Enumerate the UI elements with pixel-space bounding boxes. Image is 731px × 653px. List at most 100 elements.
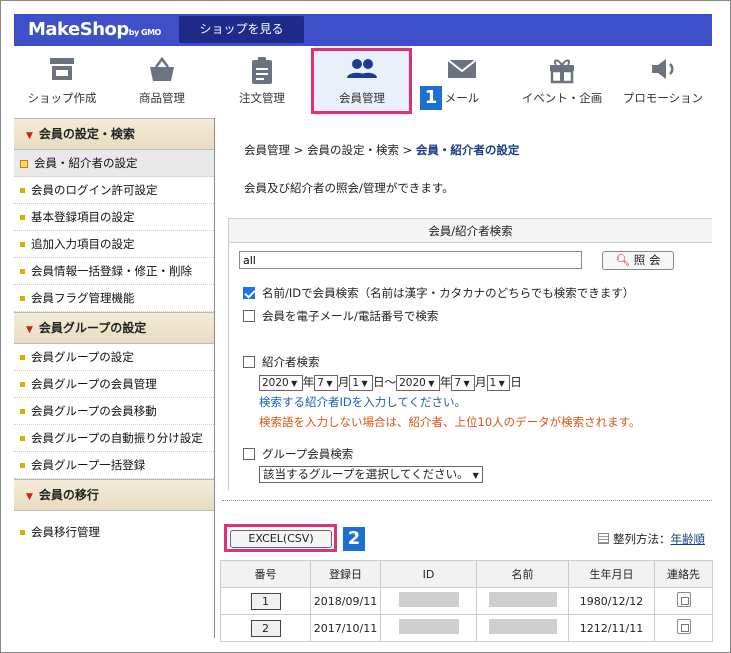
redacted-id [398,619,459,634]
sidebar-section-settings[interactable]: ▼ 会員の設定・検索 [14,118,214,150]
referrer-note: 検索する紹介者IDを入力してください。 [259,395,467,409]
checkbox-name-id[interactable] [243,287,255,299]
bullet-icon [20,530,25,535]
bullet-icon [20,382,25,387]
nav-event[interactable]: イベント・企画 [514,46,610,116]
bullet-icon [20,188,25,193]
bullet-icon [20,296,25,301]
nav-promotion[interactable]: プロモーション [614,46,712,116]
col-number: 番号 [220,560,311,588]
birth-cell: 1980/12/12 [568,587,655,615]
option-referrer[interactable]: 紹介者検索 [243,354,320,370]
to-month-select[interactable]: 7 ▼ [451,374,476,391]
sidebar-item-extra-fields[interactable]: 追加入力項目の設定 [14,231,214,258]
sidebar-item-migration[interactable]: 会員移行管理 [14,519,214,546]
sidebar-section-migration[interactable]: ▼ 会員の移行 [14,479,214,511]
triangle-down-icon: ▼ [26,325,33,335]
nav-label: 商品管理 [139,91,185,105]
nav-product[interactable]: 商品管理 [114,46,210,116]
sidebar-item-group-bulk[interactable]: 会員グループ一括登録 [14,452,214,479]
nav-label: ショップ作成 [27,91,97,105]
search-input[interactable] [239,251,582,269]
sidebar-item-login-permission[interactable]: 会員のログイン許可設定 [14,177,214,204]
triangle-down-icon: ▼ [26,131,33,141]
triangle-down-icon: ▼ [26,492,33,502]
sort-link[interactable]: 年齢順 [671,532,706,546]
breadcrumb: 会員管理 > 会員の設定・検索 > 会員・紹介者の設定 [244,143,520,157]
bullet-icon [20,159,28,168]
bullet-icon [20,242,25,247]
makeshop-logo[interactable]: MakeShopby GMO [28,19,161,40]
sidebar-item-member-referrer[interactable]: 会員・紹介者の設定 [14,150,214,177]
contact-icon[interactable] [676,619,691,634]
from-month-select[interactable]: 7 ▼ [314,374,338,391]
sidebar-item-group-members[interactable]: 会員グループの会員管理 [14,371,214,398]
view-shop-button[interactable]: ショップを見る [179,16,304,43]
nav-order[interactable]: 注文管理 [214,46,310,116]
bullet-icon [20,215,25,220]
step-badge-1: 1 [420,86,442,110]
member-table: 番号 登録日 ID 名前 生年月日 連絡先 1 2018/09/11 1980/… [220,560,713,642]
checkbox-group[interactable] [243,448,255,460]
from-day-select[interactable]: 1 ▼ [349,374,374,391]
sidebar: ▼ 会員の設定・検索 会員・紹介者の設定 会員のログイン許可設定 基本登録項目の設… [14,118,215,638]
top-header: MakeShopby GMO ショップを見る [14,14,712,46]
reg-date-cell: 2018/09/11 [310,587,381,615]
row-number-button[interactable]: 1 [250,592,281,610]
table-header-row: 番号 登録日 ID 名前 生年月日 連絡先 [220,560,713,588]
sidebar-section-groups[interactable]: ▼ 会員グループの設定 [14,312,214,344]
bullet-icon [20,409,25,414]
sidebar-item-group-settings[interactable]: 会員グループの設定 [14,344,214,371]
col-name: 名前 [476,560,569,588]
sidebar-item-basic-fields[interactable]: 基本登録項目の設定 [14,204,214,231]
group-select[interactable]: 該当するグループを選択してください。 ▼ [259,466,483,483]
row-number-button[interactable]: 2 [250,619,281,637]
sidebar-item-group-auto[interactable]: 会員グループの自動振り分け設定 [14,425,214,452]
reg-date-cell: 2017/10/11 [310,614,381,642]
to-day-select[interactable]: 1 ▼ [486,374,511,391]
option-email-phone[interactable]: 会員を電子メール/電話番号で検索 [243,308,438,324]
birth-cell: 1212/11/11 [568,614,655,642]
sidebar-item-group-move[interactable]: 会員グループの会員移動 [14,398,214,425]
nav-label: 注文管理 [239,91,285,105]
checkbox-email-phone[interactable] [243,310,255,322]
search-icon: 🔍︎ [615,253,631,267]
bullet-icon [20,355,25,360]
date-range: 2020 ▼ 年 7 ▼ 月 1 ▼ 日～ 2020 ▼ 年 7 ▼ 月 1 ▼ 日 [259,374,522,391]
divider [222,500,712,501]
nav-label: イベント・企画 [521,91,603,105]
referrer-warning: 検索語を入力しない場合は、紹介者、上位10人のデータが検索されます。 [259,415,641,429]
search-panel-title: 会員/紹介者検索 [229,218,712,243]
contact-icon[interactable] [676,592,691,607]
page-description: 会員及び紹介者の照会/管理ができます。 [244,181,454,195]
redacted-id [398,592,459,607]
mail-icon [414,56,510,86]
checkbox-referrer[interactable] [243,356,255,368]
basket-icon [114,56,210,86]
gift-icon [514,56,610,86]
speaker-icon [614,56,712,86]
bullet-icon [20,463,25,468]
col-reg-date: 登録日 [310,560,381,588]
sidebar-item-bulk-edit[interactable]: 会員情報一括登録・修正・削除 [14,258,214,285]
shop-icon [14,56,110,86]
bullet-icon [20,269,25,274]
option-group[interactable]: グループ会員検索 [243,446,353,462]
col-id: ID [380,560,477,588]
list-icon [598,533,609,544]
nav-label: プロモーション [622,91,704,105]
redacted-name [488,619,557,634]
clipboard-icon [214,56,310,86]
sort-control: 整列方法：年齢順 [598,531,705,547]
step-badge-2: 2 [343,527,365,551]
highlight-member-nav [311,48,412,114]
from-year-select[interactable]: 2020 ▼ [259,374,303,391]
nav-shop-create[interactable]: ショップ作成 [14,46,110,116]
chevron-down-icon: ▼ [472,471,479,480]
to-year-select[interactable]: 2020 ▼ [396,374,440,391]
option-name-id[interactable]: 名前/IDで会員検索（名前は漢字・カタカナのどちらでも検索できます） [243,285,634,301]
search-button[interactable]: 🔍︎ 照 会 [602,251,674,270]
redacted-name [488,592,557,607]
sidebar-item-member-flags[interactable]: 会員フラグ管理機能 [14,285,214,312]
search-panel: 会員/紹介者検索 🔍︎ 照 会 名前/IDで会員検索（名前は漢字・カタカナのどち… [228,218,712,490]
